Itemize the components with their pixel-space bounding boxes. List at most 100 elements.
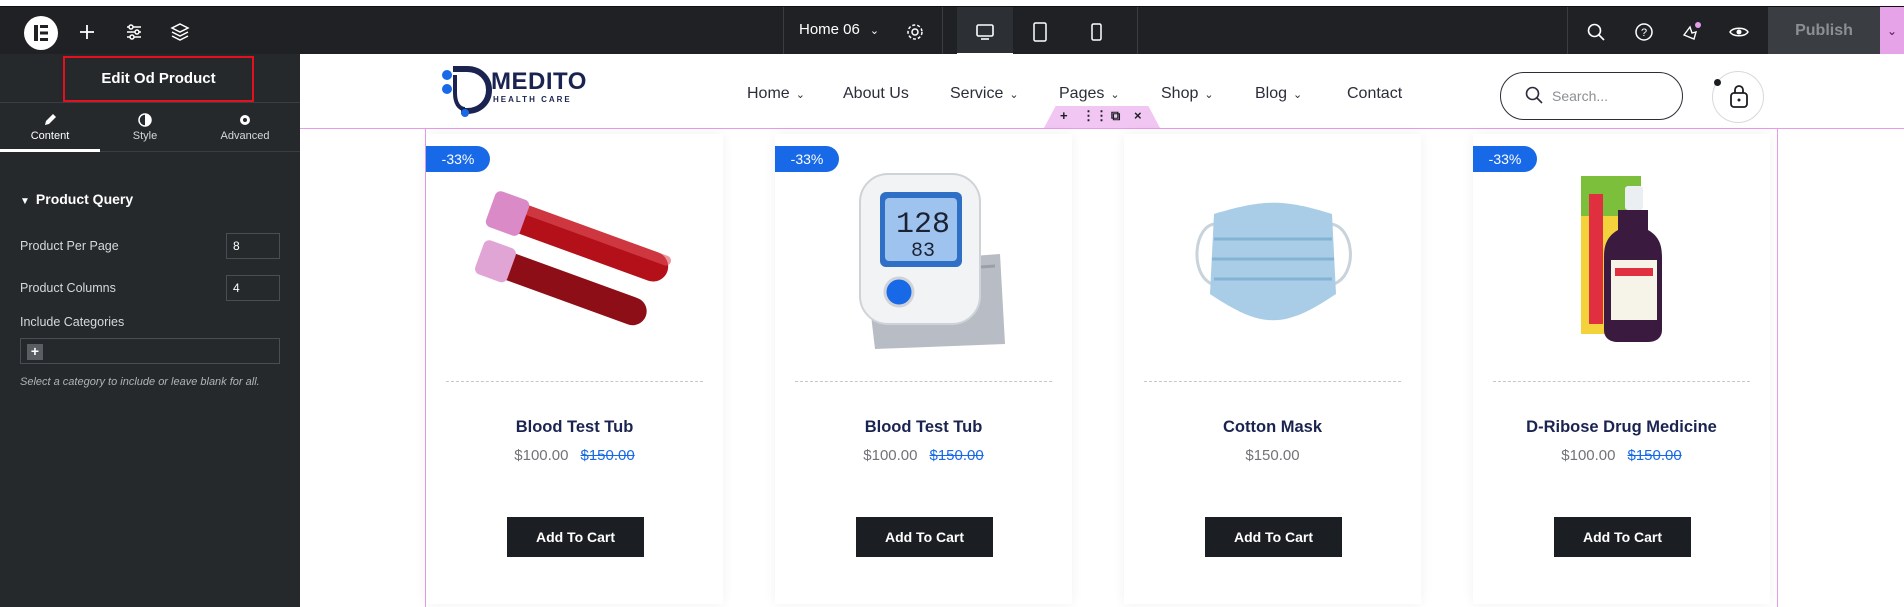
product-card[interactable]: -33% 128 83 Blood Test Tub $100.00 $150.0…	[775, 134, 1072, 604]
tab-content[interactable]: Content	[0, 104, 100, 152]
cart-count-dot	[1714, 79, 1721, 86]
add-to-cart-button[interactable]: Add To Cart	[1554, 517, 1691, 557]
nav-item-home[interactable]: Home ⌄	[747, 85, 805, 103]
nav-label: Contact	[1347, 85, 1403, 102]
product-card[interactable]: -33% Blood Test Tub $100.00 $150.00 Add T…	[426, 134, 723, 604]
nav-label: Pages	[1059, 85, 1105, 102]
product-name[interactable]: Cotton Mask	[1124, 418, 1421, 437]
search-icon[interactable]	[1585, 21, 1607, 43]
product-price: $150.00	[1124, 447, 1421, 464]
panel-title: Edit Od Product	[63, 56, 254, 102]
toolbar-divider	[1567, 7, 1568, 55]
old-price: $150.00	[1627, 447, 1682, 464]
nav-item-pages[interactable]: Pages ⌄	[1059, 85, 1120, 103]
search-placeholder: Search...	[1552, 88, 1609, 104]
nav-label: Shop	[1161, 85, 1199, 102]
cart-button[interactable]	[1712, 71, 1764, 123]
publish-button[interactable]: Publish	[1768, 7, 1880, 55]
delete-icon[interactable]: ×	[1134, 108, 1142, 123]
svg-text:128: 128	[896, 208, 950, 242]
product-name[interactable]: D-Ribose Drug Medicine	[1473, 418, 1770, 437]
caret-down-icon: ▼	[20, 196, 30, 207]
site-search-input[interactable]: Search...	[1500, 72, 1683, 120]
section-handle-toolbar[interactable]: + ⋮⋮ ⧉ ×	[1044, 106, 1160, 128]
current-price: $100.00	[514, 447, 569, 464]
nav-label: Home	[747, 85, 790, 102]
nav-item-about-us[interactable]: About Us	[843, 85, 909, 103]
current-price: $150.00	[1245, 447, 1300, 464]
product-price: $100.00 $150.00	[426, 447, 723, 464]
editor-panel: Edit Od Product Content Style Advanced ▼…	[0, 54, 300, 607]
nav-item-service[interactable]: Service ⌄	[950, 85, 1019, 103]
layers-icon[interactable]	[169, 21, 191, 43]
toolbar-divider	[942, 7, 943, 55]
current-price: $100.00	[863, 447, 918, 464]
preview-eye-icon[interactable]	[1728, 21, 1750, 43]
add-element-icon[interactable]	[76, 21, 98, 43]
site-settings-icon[interactable]	[123, 21, 145, 43]
toolbar-divider	[783, 7, 784, 55]
nav-label: Blog	[1255, 85, 1288, 102]
page-selector[interactable]: Home 06 ⌄	[799, 21, 879, 38]
tab-advanced[interactable]: Advanced	[195, 104, 295, 152]
toolbar-divider	[1137, 7, 1138, 55]
chevron-down-icon: ⌄	[869, 25, 880, 37]
help-icon[interactable]: ?	[1633, 21, 1655, 43]
nav-item-contact[interactable]: Contact	[1347, 85, 1402, 103]
add-to-cart-button[interactable]: Add To Cart	[507, 517, 644, 557]
product-columns-label: Product Columns	[20, 281, 116, 295]
add-to-cart-button[interactable]: Add To Cart	[856, 517, 993, 557]
notifications-icon[interactable]	[1680, 21, 1702, 43]
chevron-down-icon: ⌄	[1009, 89, 1019, 101]
publish-options-chevron-icon[interactable]: ⌄	[1880, 7, 1904, 55]
tab-label: Advanced	[220, 130, 270, 142]
tab-style[interactable]: Style	[95, 104, 195, 152]
svg-text:?: ?	[1641, 27, 1647, 39]
nav-item-blog[interactable]: Blog ⌄	[1255, 85, 1302, 103]
include-categories-select[interactable]: +	[20, 338, 280, 364]
panel-header: Edit Od Product	[0, 54, 300, 103]
product-card[interactable]: Cotton Mask $150.00 Add To Cart	[1124, 134, 1421, 604]
product-price: $100.00 $150.00	[775, 447, 1072, 464]
old-price: $150.00	[580, 447, 635, 464]
brand-name: MEDITO	[491, 68, 587, 95]
page-settings-gear-icon[interactable]	[904, 21, 926, 43]
product-card[interactable]: -33% D-Ribose Drug Medicine $100.00 $150.…	[1473, 134, 1770, 604]
old-price: $150.00	[929, 447, 984, 464]
categories-hint: Select a category to include or leave bl…	[20, 376, 260, 388]
brand-tagline: HEALTH CARE	[493, 95, 572, 104]
svg-text:83: 83	[911, 240, 935, 263]
add-category-icon[interactable]: +	[27, 344, 43, 360]
product-columns-input[interactable]: 4	[226, 275, 280, 301]
add-section-icon[interactable]: +	[1060, 108, 1068, 123]
tablet-icon[interactable]	[1029, 21, 1051, 43]
medicine-bottle-image	[1581, 176, 1662, 342]
section-toggle-product-query[interactable]: ▼ Product Query	[20, 191, 133, 207]
elementor-editor: Home 06 ⌄ ? Publish ⌄ Edit Od Product Co…	[0, 0, 1904, 607]
drag-handle-icon[interactable]: ⋮⋮	[1082, 108, 1108, 124]
mobile-icon[interactable]	[1085, 21, 1107, 43]
duplicate-icon[interactable]: ⧉	[1111, 108, 1120, 124]
nav-label: About Us	[843, 85, 909, 102]
product-name[interactable]: Blood Test Tub	[775, 418, 1072, 437]
tab-label: Content	[30, 130, 70, 142]
card-divider	[446, 381, 703, 382]
product-name[interactable]: Blood Test Tub	[426, 418, 723, 437]
card-divider	[1144, 381, 1401, 382]
add-to-cart-button[interactable]: Add To Cart	[1205, 517, 1342, 557]
section-title-label: Product Query	[35, 191, 134, 207]
blood-pressure-monitor-image: 128 83	[859, 173, 1005, 349]
elementor-logo-icon[interactable]	[24, 16, 58, 50]
chevron-down-icon: ⌄	[1204, 89, 1214, 101]
desktop-icon[interactable]	[974, 21, 996, 43]
pencil-icon	[0, 112, 100, 130]
nav-item-shop[interactable]: Shop ⌄	[1161, 85, 1214, 103]
page-selector-label: Home 06	[799, 21, 860, 38]
chevron-down-icon: ⌄	[1293, 89, 1303, 101]
current-price: $100.00	[1561, 447, 1616, 464]
product-per-page-input[interactable]: 8	[226, 233, 280, 259]
medito-logo-icon	[442, 66, 493, 117]
include-categories-label: Include Categories	[20, 315, 125, 329]
card-divider	[1493, 381, 1750, 382]
card-divider	[795, 381, 1052, 382]
